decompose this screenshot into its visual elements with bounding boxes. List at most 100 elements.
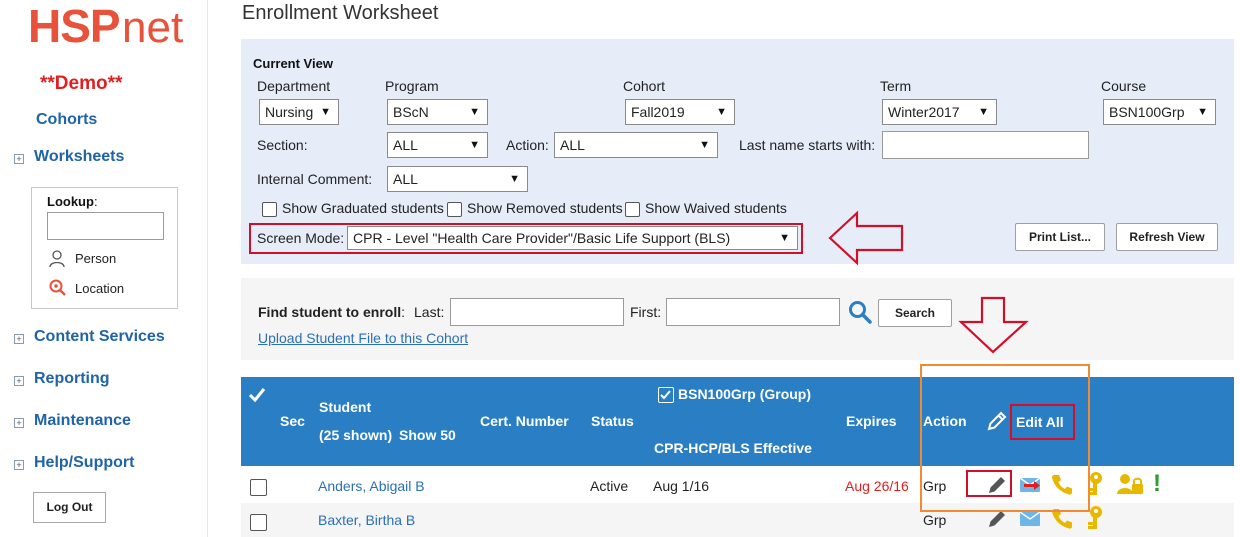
find-last-input[interactable] [450,298,624,326]
expand-maintenance-icon[interactable]: + [14,418,24,428]
sidebar: HSP net **Demo** Cohorts + Worksheets Lo… [0,0,208,537]
program-value: BScN [393,104,429,120]
find-student-colon: : [401,304,405,320]
lookup-colon: : [93,194,98,209]
course-label: Course [1101,78,1147,94]
expires-cell: Aug 26/16 [845,478,909,494]
last-label: Last: [414,304,445,320]
show-50-link[interactable]: Show 50 [399,427,456,443]
expand-worksheets-icon[interactable]: + [14,154,24,164]
action-label: Action: [506,137,549,153]
screen-mode-select[interactable]: CPR - Level "Health Care Provider"/Basic… [347,226,798,250]
nav-worksheets[interactable]: Worksheets [34,148,124,166]
term-select[interactable]: Winter2017 ▼ [882,99,997,125]
term-label: Term [880,78,912,94]
current-view-heading: Current View [253,56,333,71]
col-sec[interactable]: Sec [280,413,305,429]
student-link[interactable]: Anders, Abigail B [318,478,425,494]
internal-comment-value: ALL [393,171,418,187]
person-icon[interactable] [49,250,65,268]
col-effective[interactable]: CPR-HCP/BLS Effective [654,440,812,456]
row-checkbox[interactable] [250,479,267,496]
col-status[interactable]: Status [591,413,634,429]
action-cell: Grp [923,512,947,528]
col-student[interactable]: Student [319,399,371,415]
col-cert-number[interactable]: Cert. Number [480,413,569,429]
shown-count: (25 shown) [319,427,393,443]
upload-student-file-link[interactable]: Upload Student File to this Cohort [258,330,468,346]
section-label: Section: [257,137,308,153]
section-value: ALL [393,137,418,153]
alert-exclamation-icon[interactable]: ! [1153,470,1161,498]
department-select[interactable]: Nursing ▼ [259,99,339,125]
print-list-button[interactable]: Print List... [1015,223,1105,251]
chevron-down-icon: ▼ [509,173,520,185]
term-value: Winter2017 [888,104,960,120]
lookup-input[interactable] [47,212,164,240]
chevron-down-icon: ▼ [978,106,989,118]
chevron-down-icon: ▼ [469,106,480,118]
internal-comment-select[interactable]: ALL ▼ [387,166,528,192]
last-name-input[interactable] [882,131,1089,159]
cohort-value: Fall2019 [631,104,685,120]
first-label: First: [630,304,662,320]
nav-content-services[interactable]: Content Services [34,328,165,346]
col-expires[interactable]: Expires [846,413,897,429]
last-name-label: Last name starts with: [739,137,876,153]
nav-cohorts[interactable]: Cohorts [36,111,97,129]
expand-help-icon[interactable]: + [14,460,24,470]
section-select[interactable]: ALL ▼ [387,132,488,158]
logo-suffix: net [122,3,184,52]
show-waived-checkbox[interactable] [625,202,640,217]
action-select[interactable]: ALL ▼ [554,132,718,158]
lookup-person[interactable]: Person [75,251,116,266]
annotation-arrow-left-icon [828,210,904,266]
expand-content-services-icon[interactable]: + [14,334,24,344]
find-student-panel: Find student to enroll: Last: First: Sea… [241,278,1234,360]
chevron-down-icon: ▼ [716,106,727,118]
cohort-label: Cohort [623,78,666,94]
expand-reporting-icon[interactable]: + [14,376,24,386]
chevron-down-icon: ▼ [469,139,480,151]
chevron-down-icon: ▼ [699,139,710,151]
lookup-location[interactable]: Location [75,281,124,296]
chevron-down-icon: ▼ [779,232,790,244]
action-column-highlight [920,364,1090,512]
search-button[interactable]: Search [878,299,952,327]
col-group[interactable]: BSN100Grp (Group) [678,386,811,402]
lookup-panel: Lookup: Person Location [31,187,178,309]
nav-maintenance[interactable]: Maintenance [34,412,131,430]
find-first-input[interactable] [666,298,840,326]
search-icon[interactable] [848,300,872,324]
lookup-label: Lookup [47,194,94,209]
student-link[interactable]: Baxter, Birtha B [318,512,415,528]
user-lock-icon[interactable] [1116,473,1144,495]
demo-label: **Demo** [40,73,123,94]
select-all-check-icon[interactable] [248,387,266,402]
row-checkbox[interactable] [250,514,267,531]
logout-button[interactable]: Log Out [33,492,106,523]
nav-reporting[interactable]: Reporting [34,370,110,388]
sidebar-divider [207,0,208,537]
status-cell: Active [590,478,629,494]
cohort-select[interactable]: Fall2019 ▼ [625,99,735,125]
department-label: Department [257,78,331,94]
show-graduated-checkbox[interactable] [262,202,277,217]
refresh-view-button[interactable]: Refresh View [1116,223,1218,251]
screen-mode-value: CPR - Level "Health Care Provider"/Basic… [353,230,731,246]
course-select[interactable]: BSN100Grp ▼ [1103,99,1216,125]
annotation-arrow-down-icon [958,296,1029,354]
program-select[interactable]: BScN ▼ [387,99,488,125]
logo: HSP [28,0,121,52]
check-icon [660,390,671,400]
nav-help-support[interactable]: Help/Support [34,454,134,472]
department-value: Nursing [265,104,314,120]
show-removed-label: Show Removed students [467,200,623,216]
show-removed-checkbox[interactable] [447,202,462,217]
group-checkbox[interactable] [658,387,674,403]
course-value: BSN100Grp [1109,104,1185,120]
internal-comment-label: Internal Comment: [257,171,373,187]
location-search-icon[interactable] [49,279,66,296]
show-graduated-label: Show Graduated students [282,200,444,216]
action-value: ALL [560,137,585,153]
